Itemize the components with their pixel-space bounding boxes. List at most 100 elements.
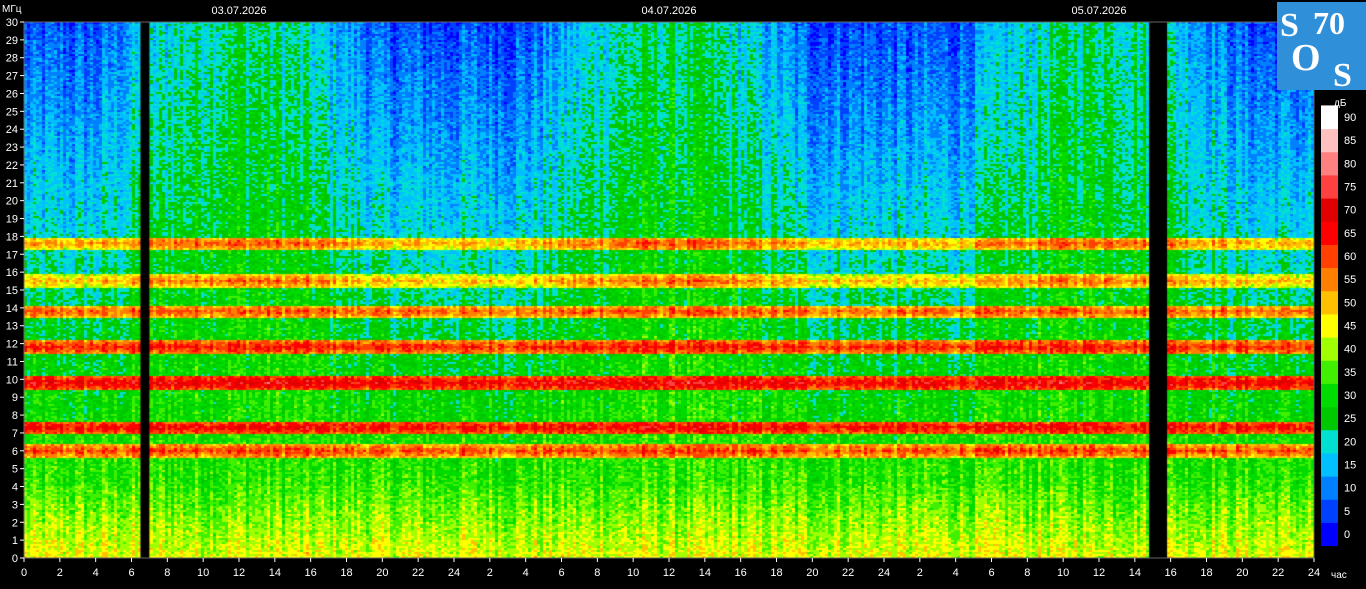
x-tick-label: 22 [1272,567,1284,579]
y-tick-label: 5 [12,464,18,476]
colorbar-segment [1321,360,1338,384]
y-tick-label: 2 [12,517,18,529]
colorbar-tick-label: 55 [1344,274,1356,286]
x-tick-label: 2 [917,567,923,579]
colorbar-tick-label: 30 [1344,390,1356,402]
logo-letter-s2: S [1333,57,1352,90]
x-tick-label: 16 [1165,567,1177,579]
colorbar-segment [1321,476,1338,500]
x-tick-label: 8 [164,567,170,579]
colorbar-tick-label: 25 [1344,413,1356,425]
colorbar-tick-label: 45 [1344,321,1356,333]
colorbar-tick-label: 15 [1344,460,1356,472]
x-tick-label: 8 [1024,567,1030,579]
x-tick-label: 18 [1200,567,1212,579]
colorbar-tick-label: 60 [1344,251,1356,263]
x-tick-label: 10 [1057,567,1069,579]
x-tick-label: 6 [988,567,994,579]
x-tick-label: 24 [448,567,460,579]
y-tick-label: 7 [12,428,18,440]
x-tick-label: 18 [770,567,782,579]
y-tick-label: 15 [6,285,18,297]
colorbar-segment [1321,337,1338,361]
colorbar-segment [1321,313,1338,338]
x-tick-label: 24 [1308,567,1320,579]
colorbar-tick-label: 40 [1344,344,1356,356]
x-tick-label: 12 [233,567,245,579]
x-tick-label: 4 [523,567,529,579]
colorbar-segment [1321,174,1338,199]
colorbar-segment [1321,221,1338,245]
spectrogram-chart: 0123456789101112131415161718192021222324… [2,4,1356,581]
y-tick-label: 18 [6,231,18,243]
colorbar-segment [1321,128,1338,153]
colorbar-segment [1321,452,1338,477]
colorbar-tick-label: 65 [1344,228,1356,240]
x-tick-label: 0 [21,567,27,579]
y-axis: 0123456789101112131415161718192021222324… [6,17,24,565]
y-tick-label: 10 [6,374,18,386]
colorbar-tick-label: 90 [1344,112,1356,124]
x-tick-label: 8 [594,567,600,579]
date-labels: 03.07.2026 04.07.2026 05.07.2026 [211,5,1126,17]
y-tick-label: 21 [6,178,18,190]
x-tick-label: 4 [93,567,99,579]
y-tick-label: 13 [6,321,18,333]
x-tick-label: 16 [305,567,317,579]
colorbar-segment [1321,151,1338,176]
x-tick-label: 12 [663,567,675,579]
colorbar-segment [1321,429,1338,454]
y-tick-label: 12 [6,339,18,351]
y-tick-label: 4 [12,482,18,494]
x-tick-label: 18 [340,567,352,579]
y-tick-label: 16 [6,267,18,279]
logo-letter-o: O [1291,37,1321,79]
x-tick-label: 12 [1093,567,1105,579]
colorbar-segment [1321,522,1338,547]
colorbar-tick-label: 35 [1344,367,1356,379]
x-tick-label: 20 [376,567,388,579]
x-axis: 0 2 4 6 8 10 12 14 16 18 20 22 24 2 4 6 8 10 12 14 16 18 20 22 2… [21,558,1320,579]
x-tick-label: 10 [627,567,639,579]
colorbar-segment [1321,244,1338,269]
colorbar-tick-label: 5 [1344,506,1350,518]
x-tick-label: 14 [269,567,281,579]
logo-number: 70 [1313,5,1345,41]
colorbar-tick-label: 75 [1344,182,1356,194]
y-tick-label: 8 [12,410,18,422]
x-unit-label: час [1331,570,1347,581]
colorbar-tick-label: 70 [1344,205,1356,217]
sos70-logo: S 70 O S [1277,2,1366,90]
y-tick-label: 14 [6,303,18,315]
date-label: 03.07.2026 [211,5,266,17]
date-label: 05.07.2026 [1071,5,1126,17]
x-tick-label: 6 [128,567,134,579]
x-tick-label: 6 [558,567,564,579]
y-tick-label: 9 [12,392,18,404]
y-tick-label: 17 [6,249,18,261]
colorbar: 0 5 10 15 20 25 30 35 40 45 50 55 60 65 70 75 80 85 90 [1321,105,1356,547]
colorbar-segment [1321,383,1338,408]
y-tick-label: 29 [6,35,18,47]
colorbar-tick-label: 0 [1344,529,1350,541]
y-tick-label: 1 [12,535,18,547]
x-tick-label: 24 [878,567,890,579]
colorbar-tick-label: 85 [1344,135,1356,147]
colorbar-tick-label: 20 [1344,436,1356,448]
date-label: 04.07.2026 [641,5,696,17]
x-tick-label: 2 [487,567,493,579]
y-tick-label: 0 [12,553,18,565]
y-tick-label: 25 [6,106,18,118]
x-tick-label: 20 [1236,567,1248,579]
x-tick-label: 16 [735,567,747,579]
colorbar-segment [1321,198,1338,222]
y-tick-label: 27 [6,71,18,83]
x-tick-label: 4 [953,567,959,579]
colorbar-segment [1321,290,1338,315]
x-tick-label: 14 [699,567,711,579]
x-tick-label: 22 [412,567,424,579]
colorbar-unit-label: дБ [1334,98,1347,109]
y-tick-label: 11 [7,356,18,368]
y-tick-label: 22 [6,160,18,172]
colorbar-tick-label: 10 [1344,483,1356,495]
